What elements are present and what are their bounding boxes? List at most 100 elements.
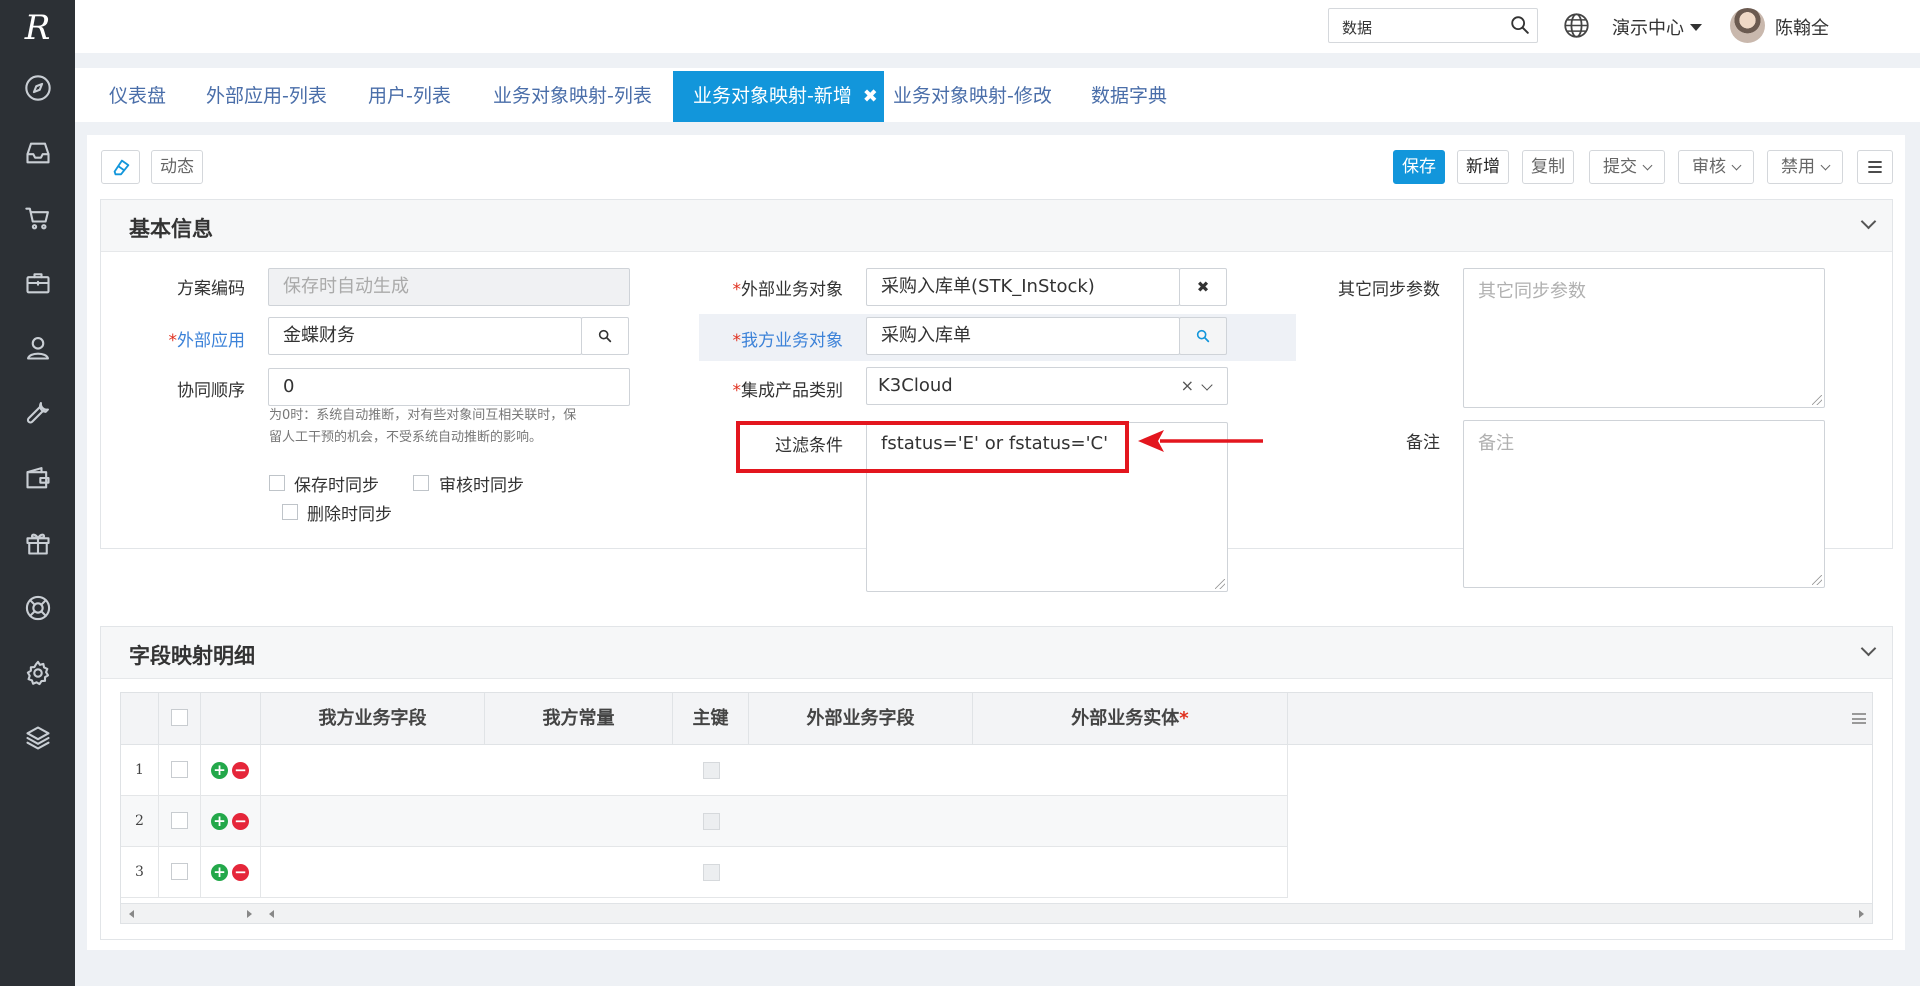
add-row-icon[interactable]: +: [211, 864, 228, 881]
row-checkbox[interactable]: [171, 863, 188, 880]
save-button[interactable]: 保存: [1393, 150, 1445, 184]
column-menu-icon[interactable]: [1852, 713, 1866, 724]
select-all-checkbox[interactable]: [171, 709, 188, 726]
compass-icon[interactable]: [0, 55, 75, 120]
product-type-value: K3Cloud: [878, 375, 953, 396]
sync-on-delete-checkbox[interactable]: [282, 504, 298, 520]
my-object-search-button[interactable]: [1179, 317, 1227, 355]
globe-icon[interactable]: [1563, 12, 1590, 39]
delete-row-icon[interactable]: −: [232, 864, 249, 881]
row-checkbox[interactable]: [171, 812, 188, 829]
grid-header-primary-key[interactable]: 主键: [673, 693, 749, 745]
more-menu-button[interactable]: [1857, 150, 1893, 184]
inbox-icon[interactable]: [0, 120, 75, 185]
wallet-icon[interactable]: [0, 445, 75, 510]
delete-row-icon[interactable]: −: [232, 813, 249, 830]
tab-user-list[interactable]: 用户-列表: [348, 71, 471, 122]
scroll-right-icon[interactable]: [1859, 910, 1864, 918]
top-header: 数据 演示中心 陈翰全 ?: [75, 0, 1920, 53]
gear-icon[interactable]: [0, 640, 75, 705]
search-icon[interactable]: [1509, 14, 1531, 36]
lifebuoy-icon[interactable]: [0, 575, 75, 640]
ext-app-field[interactable]: 金蝶财务: [268, 317, 582, 355]
grid-header-ext-entity[interactable]: 外部业务实体*: [973, 693, 1288, 745]
user-name[interactable]: 陈翰全: [1775, 14, 1829, 40]
wrench-icon[interactable]: [0, 380, 75, 445]
ext-app-label-text: 外部应用: [177, 331, 245, 351]
row-data-cells[interactable]: [261, 796, 1288, 847]
resize-grip-icon[interactable]: [1812, 575, 1822, 585]
ext-object-clear-button[interactable]: ✖: [1179, 268, 1227, 306]
layers-icon[interactable]: [0, 705, 75, 770]
scroll-right-icon[interactable]: [247, 910, 252, 918]
primary-key-checkbox: [703, 762, 720, 779]
tab-data-dictionary[interactable]: 数据字典: [1071, 71, 1187, 122]
add-row-icon[interactable]: +: [211, 813, 228, 830]
product-type-select[interactable]: K3Cloud ×: [866, 367, 1228, 405]
other-params-placeholder: 其它同步参数: [1478, 281, 1586, 302]
my-object-label: *我方业务对象: [700, 326, 844, 351]
submit-dropdown[interactable]: 提交: [1589, 150, 1665, 184]
tab-dashboard[interactable]: 仪表盘: [89, 71, 186, 122]
grid-header-rownum: [121, 693, 159, 745]
my-object-field[interactable]: 采购入库单: [866, 317, 1180, 355]
gift-icon[interactable]: [0, 510, 75, 575]
field-mapping-grid: 我方业务字段 我方常量 主键 外部业务字段 外部业务实体* 1 + − 2 + …: [120, 692, 1873, 924]
row-data-cells[interactable]: [261, 847, 1288, 898]
delete-row-icon[interactable]: −: [232, 762, 249, 779]
scroll-left-icon[interactable]: [129, 910, 134, 918]
grid-header-my-field[interactable]: 我方业务字段: [261, 693, 485, 745]
ext-app-search-button[interactable]: [581, 317, 629, 355]
audit-dropdown[interactable]: 审核: [1678, 150, 1754, 184]
remark-label: 备注: [1406, 433, 1440, 453]
tab-mapping-list[interactable]: 业务对象映射-列表: [473, 71, 672, 122]
field-mapping-title: 字段映射明细: [129, 644, 255, 668]
tab-mapping-new[interactable]: 业务对象映射-新增 ✖: [673, 71, 884, 122]
row-data-cells[interactable]: [261, 745, 1288, 796]
org-switcher[interactable]: 演示中心: [1612, 14, 1702, 40]
row-checkbox[interactable]: [171, 761, 188, 778]
table-row: 3 + −: [121, 847, 1288, 898]
product-type-label: *集成产品类别: [700, 376, 844, 401]
resize-grip-icon[interactable]: [1812, 395, 1822, 405]
disable-dropdown[interactable]: 禁用: [1767, 150, 1843, 184]
product-type-label-text: 集成产品类别: [741, 381, 843, 401]
eraser-button[interactable]: [101, 150, 140, 184]
search-input[interactable]: 数据: [1328, 8, 1538, 43]
add-row-icon[interactable]: +: [211, 762, 228, 779]
audit-label: 审核: [1692, 157, 1726, 177]
other-params-textarea[interactable]: 其它同步参数: [1463, 268, 1825, 408]
submit-label: 提交: [1603, 157, 1637, 177]
required-mark: *: [732, 381, 742, 401]
required-mark: *: [732, 280, 742, 300]
tab-mapping-edit[interactable]: 业务对象映射-修改: [873, 71, 1072, 122]
ext-object-field[interactable]: 采购入库单(STK_InStock): [866, 268, 1180, 306]
chevron-down-icon: [1820, 160, 1831, 171]
ext-app-label: *外部应用: [100, 326, 246, 351]
horizontal-scrollbar[interactable]: [121, 903, 1872, 923]
user-icon[interactable]: [0, 315, 75, 380]
briefcase-icon[interactable]: [0, 250, 75, 315]
sync-on-audit-checkbox[interactable]: [413, 475, 429, 491]
collapse-chevron-icon[interactable]: [1860, 640, 1877, 657]
cart-icon[interactable]: [0, 185, 75, 250]
copy-button[interactable]: 复制: [1522, 150, 1574, 184]
grid-header-ext-field[interactable]: 外部业务字段: [749, 693, 973, 745]
tab-external-app-list[interactable]: 外部应用-列表: [186, 71, 347, 122]
search-icon: [598, 329, 612, 343]
dynamic-button[interactable]: 动态: [151, 150, 203, 184]
resize-grip-icon[interactable]: [1215, 579, 1225, 589]
avatar[interactable]: [1730, 8, 1765, 43]
row-actions-cell: + −: [201, 847, 261, 898]
sync-on-save-checkbox[interactable]: [269, 475, 285, 491]
remark-textarea[interactable]: 备注: [1463, 420, 1825, 588]
new-button[interactable]: 新增: [1457, 150, 1509, 184]
grid-header-my-const[interactable]: 我方常量: [485, 693, 673, 745]
collapse-chevron-icon[interactable]: [1860, 213, 1877, 230]
field-mapping-header: 字段映射明细: [101, 627, 1892, 679]
sync-order-field[interactable]: 0: [268, 368, 630, 406]
clear-icon[interactable]: ×: [1181, 368, 1194, 404]
caret-down-icon: [1690, 23, 1702, 31]
scroll-left-icon[interactable]: [269, 910, 274, 918]
basic-info-title: 基本信息: [129, 217, 213, 241]
